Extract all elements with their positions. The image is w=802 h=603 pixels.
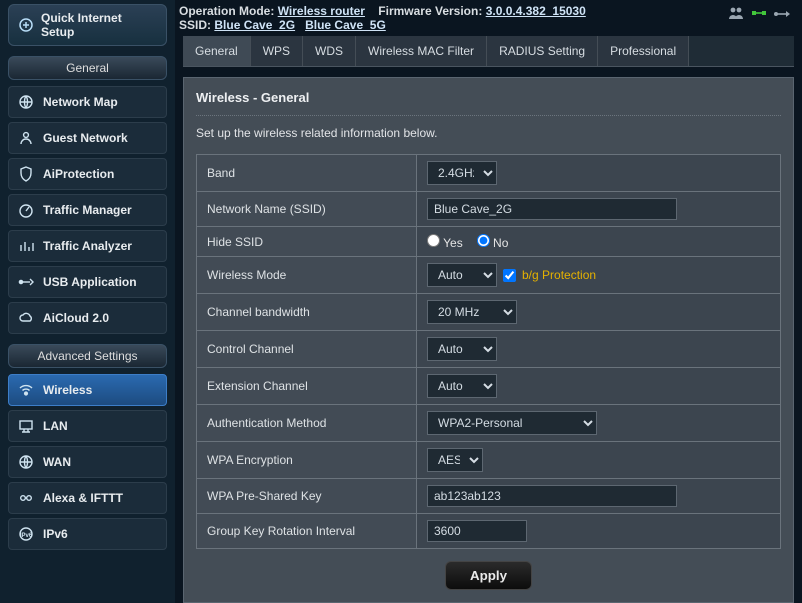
- panel-title: Wireless - General: [196, 90, 781, 116]
- status-icon-bar: [728, 6, 790, 23]
- band-select[interactable]: 2.4GHz: [427, 161, 497, 185]
- sidebar-item-label: IPv6: [43, 527, 68, 541]
- usb-icon[interactable]: [774, 8, 790, 22]
- sidebar-item-wan[interactable]: WAN: [8, 446, 167, 478]
- advanced-section-header: Advanced Settings: [8, 344, 167, 368]
- sidebar-item-label: AiProtection: [43, 167, 114, 181]
- svg-text:IPv6: IPv6: [20, 533, 33, 539]
- main-content: Operation Mode: Wireless router Firmware…: [175, 0, 802, 603]
- band-label: Band: [197, 155, 417, 192]
- wpa-psk-input[interactable]: [427, 485, 677, 507]
- lan-icon: [17, 417, 35, 435]
- sidebar-item-usb-application[interactable]: USB Application: [8, 266, 167, 298]
- sidebar-item-label: Traffic Analyzer: [43, 239, 132, 253]
- op-mode-link[interactable]: Wireless router: [278, 4, 365, 18]
- tab-wireless-mac-filter[interactable]: Wireless MAC Filter: [356, 36, 487, 66]
- tab-bar: GeneralWPSWDSWireless MAC FilterRADIUS S…: [183, 36, 794, 67]
- sidebar-item-label: Traffic Manager: [43, 203, 132, 217]
- bg-protection-label: b/g Protection: [522, 268, 596, 282]
- wireless-general-panel: Wireless - General Set up the wireless r…: [183, 77, 794, 603]
- network-map-icon: [17, 93, 35, 111]
- wireless-mode-label: Wireless Mode: [197, 257, 417, 294]
- channel-bandwidth-label: Channel bandwidth: [197, 294, 417, 331]
- channel-bandwidth-select[interactable]: 20 MHz: [427, 300, 517, 324]
- extension-channel-select[interactable]: Auto: [427, 374, 497, 398]
- aicloud-icon: [17, 309, 35, 327]
- traffic-manager-icon: [17, 201, 35, 219]
- bg-protection-checkbox[interactable]: [503, 269, 516, 282]
- sidebar-item-network-map[interactable]: Network Map: [8, 86, 167, 118]
- sidebar: Quick Internet Setup General Network Map…: [0, 0, 175, 603]
- sidebar-item-traffic-analyzer[interactable]: Traffic Analyzer: [8, 230, 167, 262]
- traffic-analyzer-icon: [17, 237, 35, 255]
- quick-internet-setup-button[interactable]: Quick Internet Setup: [8, 4, 167, 46]
- tab-wds[interactable]: WDS: [303, 36, 356, 66]
- sidebar-item-label: WAN: [43, 455, 71, 469]
- setup-wizard-icon: [17, 16, 35, 34]
- auth-method-label: Authentication Method: [197, 405, 417, 442]
- wpa-psk-label: WPA Pre-Shared Key: [197, 479, 417, 514]
- settings-table: Band 2.4GHz Network Name (SSID) Hide SSI…: [196, 154, 781, 549]
- sidebar-item-label: AiCloud 2.0: [43, 311, 109, 325]
- internet-status-icon[interactable]: [752, 6, 766, 23]
- sidebar-item-aicloud[interactable]: AiCloud 2.0: [8, 302, 167, 334]
- sidebar-item-label: Wireless: [43, 383, 92, 397]
- control-channel-select[interactable]: Auto: [427, 337, 497, 361]
- tab-radius-setting[interactable]: RADIUS Setting: [487, 36, 598, 66]
- op-mode-label: Operation Mode:: [179, 4, 274, 18]
- ssid1-link[interactable]: Blue Cave_2G: [214, 18, 295, 32]
- sidebar-item-label: Alexa & IFTTT: [43, 491, 123, 505]
- extension-channel-label: Extension Channel: [197, 368, 417, 405]
- alexa-ifttt-icon: [17, 489, 35, 507]
- group-key-interval-input[interactable]: [427, 520, 527, 542]
- sidebar-item-label: Network Map: [43, 95, 118, 109]
- tab-general[interactable]: General: [183, 36, 251, 66]
- control-channel-label: Control Channel: [197, 331, 417, 368]
- apply-button[interactable]: Apply: [445, 561, 532, 590]
- wireless-icon: [17, 381, 35, 399]
- wan-icon: [17, 453, 35, 471]
- hide-ssid-yes-radio[interactable]: Yes: [427, 234, 463, 250]
- sidebar-item-ipv6[interactable]: IPv6 IPv6: [8, 518, 167, 550]
- sidebar-item-aiprotection[interactable]: AiProtection: [8, 158, 167, 190]
- sidebar-item-guest-network[interactable]: Guest Network: [8, 122, 167, 154]
- qis-line1: Quick Internet: [41, 11, 122, 25]
- ssid-input[interactable]: [427, 198, 677, 220]
- aiprotection-icon: [17, 165, 35, 183]
- wpa-encryption-label: WPA Encryption: [197, 442, 417, 479]
- fw-link[interactable]: 3.0.0.4.382_15030: [486, 4, 586, 18]
- general-section-header: General: [8, 56, 167, 80]
- ipv6-icon: IPv6: [17, 525, 35, 543]
- group-key-interval-label: Group Key Rotation Interval: [197, 514, 417, 549]
- usb-application-icon: [17, 273, 35, 291]
- ssid-field-label: Network Name (SSID): [197, 192, 417, 227]
- tab-professional[interactable]: Professional: [598, 36, 689, 66]
- hide-ssid-label: Hide SSID: [197, 227, 417, 257]
- ssid-label: SSID:: [179, 18, 211, 32]
- wireless-mode-select[interactable]: Auto: [427, 263, 497, 287]
- sidebar-item-traffic-manager[interactable]: Traffic Manager: [8, 194, 167, 226]
- guest-network-icon: [17, 129, 35, 147]
- top-info-bar: Operation Mode: Wireless router Firmware…: [175, 0, 802, 36]
- sidebar-item-wireless[interactable]: Wireless: [8, 374, 167, 406]
- ssid2-link[interactable]: Blue Cave_5G: [305, 18, 386, 32]
- users-icon[interactable]: [728, 6, 744, 23]
- sidebar-item-alexa-ifttt[interactable]: Alexa & IFTTT: [8, 482, 167, 514]
- fw-label: Firmware Version:: [378, 4, 482, 18]
- panel-desc: Set up the wireless related information …: [196, 126, 781, 140]
- qis-line2: Setup: [41, 25, 74, 39]
- wpa-encryption-select[interactable]: AES: [427, 448, 483, 472]
- sidebar-item-label: Guest Network: [43, 131, 128, 145]
- sidebar-item-lan[interactable]: LAN: [8, 410, 167, 442]
- sidebar-item-label: USB Application: [43, 275, 137, 289]
- sidebar-item-label: LAN: [43, 419, 68, 433]
- hide-ssid-no-radio[interactable]: No: [477, 234, 509, 250]
- tab-wps[interactable]: WPS: [251, 36, 303, 66]
- auth-method-select[interactable]: WPA2-Personal: [427, 411, 597, 435]
